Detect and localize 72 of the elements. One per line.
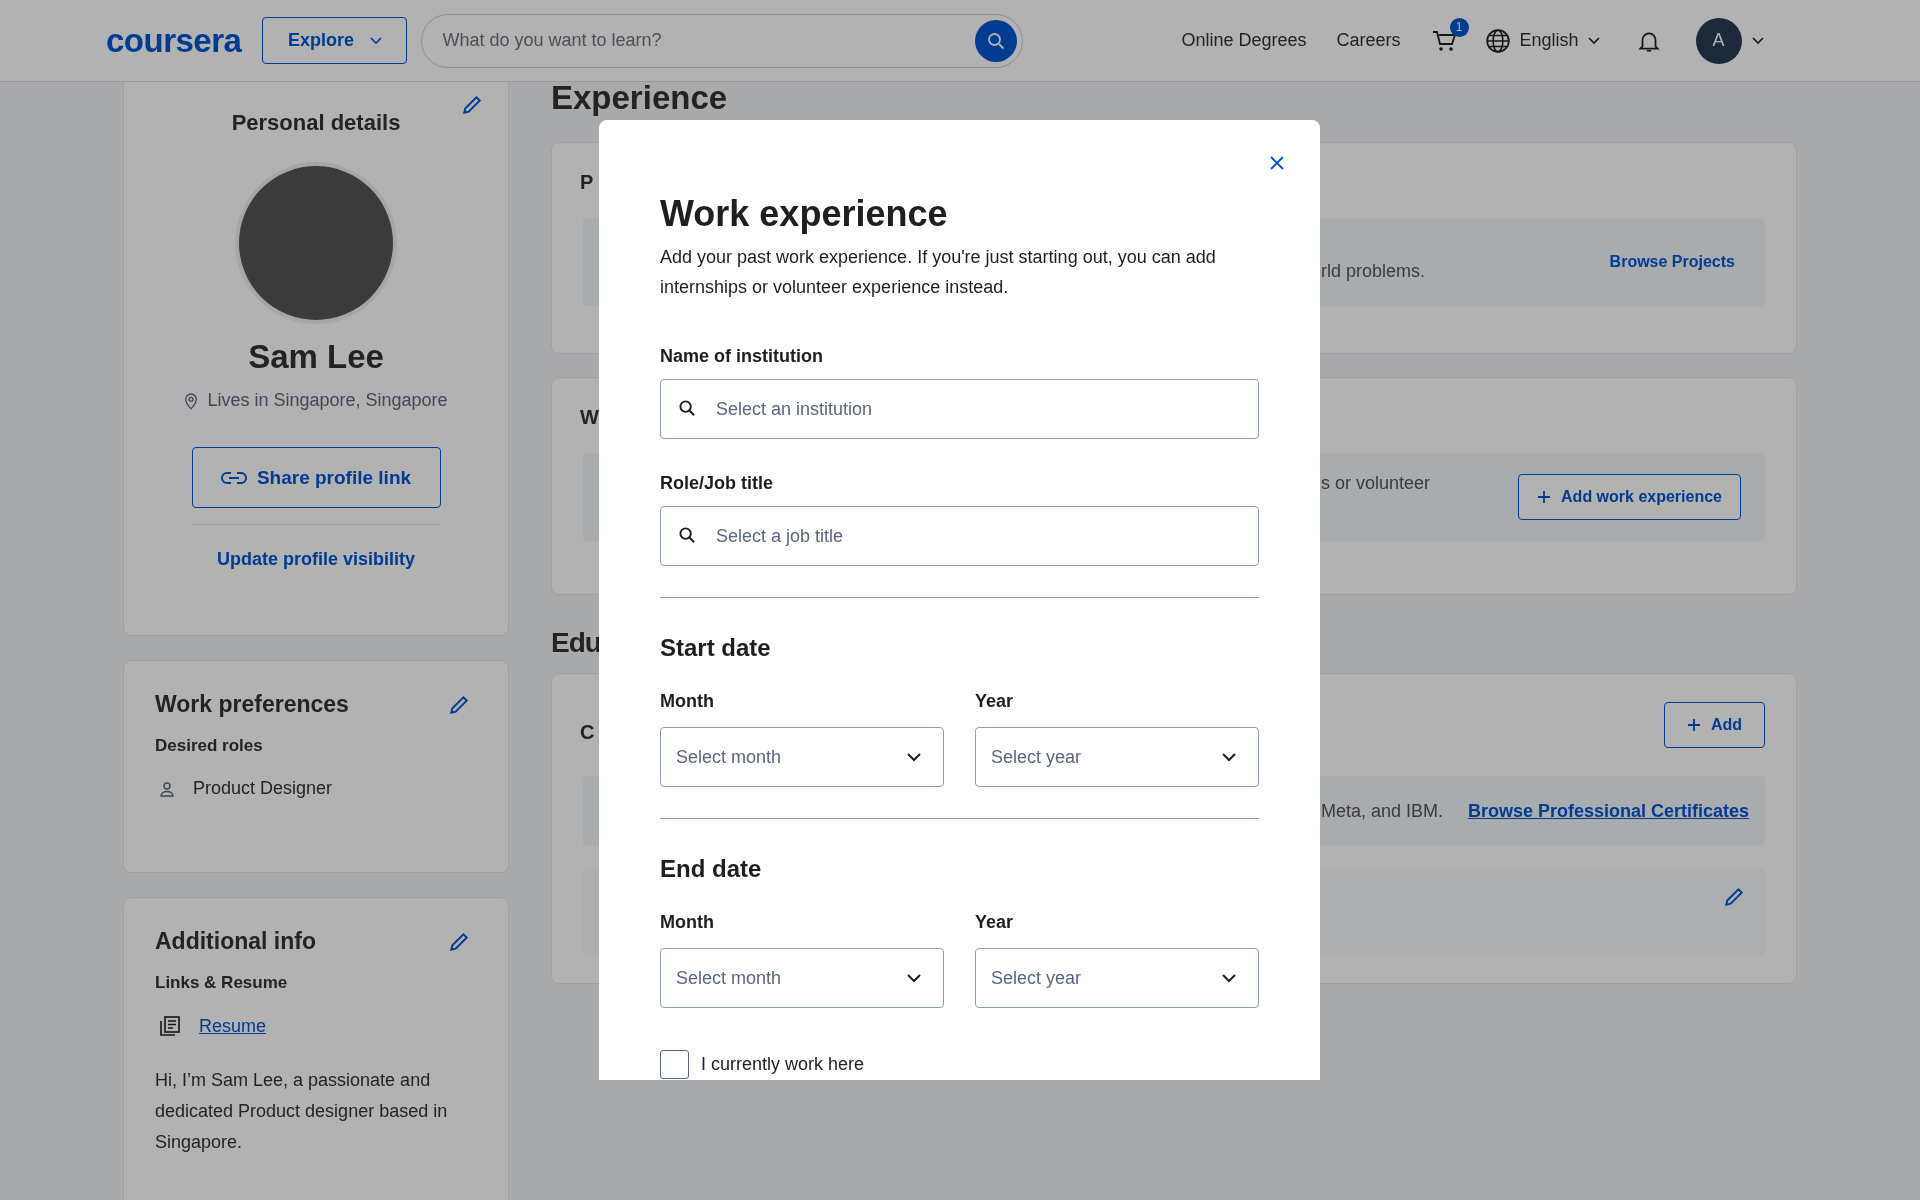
- card-title: P: [580, 171, 594, 194]
- nav-link[interactable]: Careers: [1336, 30, 1401, 51]
- search-icon: [678, 526, 697, 545]
- info-text: s or volunteer: [1321, 472, 1432, 494]
- add-work-experience-button[interactable]: Add work experience: [1518, 474, 1741, 520]
- location-pin-icon: [184, 391, 199, 410]
- search-icon: [986, 30, 1007, 51]
- search-field[interactable]: What do you want to learn?: [421, 13, 1024, 68]
- share-profile-link-button[interactable]: Share profile link: [191, 447, 441, 508]
- nav-link[interactable]: Online Degrees: [1181, 30, 1307, 51]
- chevron-down-icon: [369, 36, 382, 45]
- card-title: Personal details: [231, 110, 401, 136]
- section-heading: Experience: [551, 82, 728, 118]
- field-label: Year: [975, 911, 1015, 934]
- field-label: Month: [660, 911, 715, 934]
- location-text: Lives in Singapore, Singapore: [207, 390, 448, 411]
- search-input-field[interactable]: Select a job title: [660, 506, 1259, 566]
- chevron-down-icon: [1222, 973, 1236, 983]
- person-icon: [159, 780, 175, 797]
- update-profile-visibility-link[interactable]: Update profile visibility: [216, 549, 415, 570]
- chevron-down-icon: [907, 752, 921, 762]
- add-button[interactable]: Add: [1663, 702, 1765, 748]
- section-title: End date: [660, 854, 763, 884]
- language-selector[interactable]: English: [1484, 27, 1600, 54]
- browse-certificates-link[interactable]: Browse Professional Certificates: [1467, 800, 1749, 822]
- dialog-title: Work experience: [660, 192, 949, 236]
- info-text: rld problems.: [1321, 259, 1427, 282]
- card-title: Work preferences: [155, 691, 349, 718]
- card-title: C: [580, 719, 595, 744]
- close-icon[interactable]: [1269, 155, 1285, 171]
- edit-pencil-icon[interactable]: [461, 94, 483, 116]
- profile-name: Sam Lee: [248, 338, 384, 376]
- edit-pencil-icon[interactable]: [1723, 886, 1745, 908]
- logo[interactable]: coursera: [106, 21, 242, 60]
- resume-link[interactable]: Resume: [199, 1015, 267, 1037]
- bio-text: Hi, I’m Sam Lee, a passionate and dedicated Product designer based in Singapore.: [155, 1069, 449, 1154]
- section-heading: Edu: [551, 627, 601, 660]
- checkbox[interactable]: [660, 1050, 689, 1079]
- dropdown-select[interactable]: Select year: [975, 727, 1259, 787]
- card-title: Additional info: [155, 928, 316, 955]
- chevron-down-icon: [907, 973, 921, 983]
- section-title: Start date: [660, 633, 772, 663]
- dropdown-select[interactable]: Select year: [975, 948, 1259, 1008]
- cart-count-badge: 1: [1449, 17, 1469, 37]
- search-input-field[interactable]: Select an institution: [660, 379, 1259, 439]
- browse-projects-link[interactable]: Browse Projects: [1609, 253, 1735, 271]
- edit-pencil-icon[interactable]: [448, 930, 470, 953]
- dialog-description: Add your past work experience. If you're just starting out, you can add internships or volunteer experience instead.: [660, 246, 1217, 299]
- field-label: Month: [660, 690, 715, 713]
- desired-role: Product Designer: [193, 778, 333, 799]
- link-icon: [220, 470, 247, 485]
- section-subtitle: Desired roles: [155, 736, 264, 756]
- dropdown-select[interactable]: Select month: [660, 727, 944, 787]
- card-title: W: [580, 406, 599, 429]
- section-subtitle: Links & Resume: [155, 973, 289, 993]
- plus-icon: [1537, 490, 1552, 504]
- user-avatar[interactable]: A: [1695, 17, 1742, 64]
- chevron-down-icon[interactable]: [1751, 36, 1764, 45]
- explore-button[interactable]: Explore: [262, 17, 408, 64]
- document-icon: [159, 1015, 181, 1037]
- dropdown-select[interactable]: Select month: [660, 948, 944, 1008]
- chevron-down-icon: [1222, 752, 1236, 762]
- field-label: Name of institution: [660, 345, 824, 368]
- field-label: Year: [975, 690, 1015, 713]
- search-icon: [678, 399, 697, 418]
- info-text: Meta, and IBM.: [1321, 800, 1445, 822]
- checkbox-label: I currently work here: [701, 1054, 865, 1075]
- plus-icon: [1686, 718, 1701, 732]
- chevron-down-icon: [1587, 36, 1600, 45]
- globe-icon: [1484, 27, 1511, 54]
- edit-pencil-icon[interactable]: [448, 693, 470, 716]
- field-label: Role/Job title: [660, 472, 774, 495]
